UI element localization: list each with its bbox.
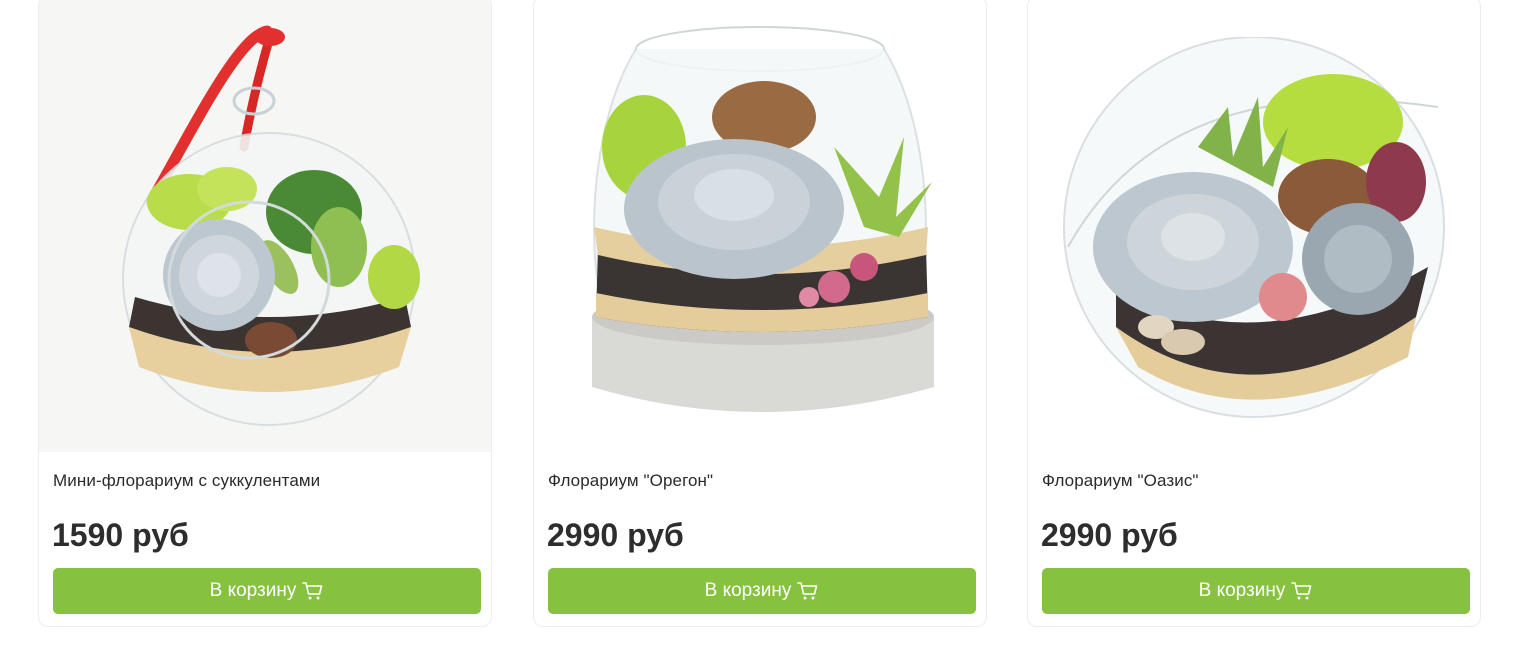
product-card: Мини-флорариум с суккулентами 1590 руб В… xyxy=(38,0,492,627)
product-title[interactable]: Флорариум "Оазис" xyxy=(1042,471,1199,491)
product-title[interactable]: Мини-флорариум с суккулентами xyxy=(53,471,320,491)
product-image-oregon[interactable] xyxy=(534,0,986,452)
product-image-mini-florarium[interactable] xyxy=(39,0,491,452)
add-to-cart-label: В корзину xyxy=(704,580,792,601)
product-price: 2990 руб xyxy=(1041,517,1178,553)
terrarium-bowl-illustration xyxy=(592,26,934,412)
add-to-cart-label: В корзину xyxy=(209,580,297,601)
product-card: Флорариум "Орегон" 2990 руб В корзину xyxy=(533,0,987,627)
cart-icon xyxy=(797,581,819,601)
product-grid: Мини-флорариум с суккулентами 1590 руб В… xyxy=(0,0,1536,664)
product-title[interactable]: Флорариум "Орегон" xyxy=(548,471,713,491)
terrarium-globe-illustration xyxy=(122,25,420,426)
add-to-cart-button[interactable]: В корзину xyxy=(53,568,481,614)
add-to-cart-button[interactable]: В корзину xyxy=(548,568,976,614)
product-price: 1590 руб xyxy=(52,517,189,553)
product-price: 2990 руб xyxy=(547,517,684,553)
add-to-cart-label: В корзину xyxy=(1198,580,1286,601)
product-image-oasis[interactable] xyxy=(1028,0,1480,452)
product-card: Флорариум "Оазис" 2990 руб В корзину xyxy=(1027,0,1481,627)
cart-icon xyxy=(302,581,324,601)
add-to-cart-button[interactable]: В корзину xyxy=(1042,568,1470,614)
terrarium-slanted-bowl-illustration xyxy=(1028,0,1480,418)
cart-icon xyxy=(1291,581,1313,601)
